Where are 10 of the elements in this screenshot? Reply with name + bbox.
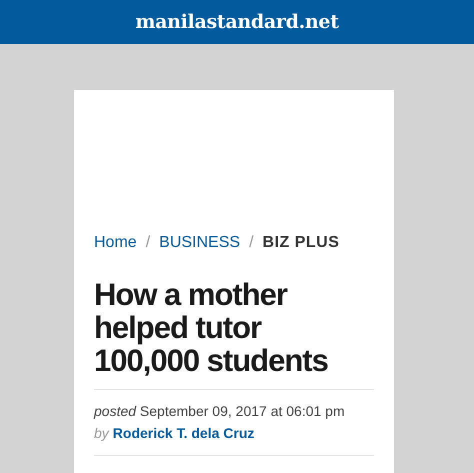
byline-label: by <box>94 424 109 443</box>
breadcrumb-separator: / <box>249 234 254 252</box>
site-logo[interactable]: manilastandard.net <box>135 11 339 33</box>
breadcrumb-separator: / <box>146 234 150 252</box>
breadcrumb-link[interactable]: Home <box>94 234 137 252</box>
breadcrumb-current: BIZ PLUS <box>262 234 340 252</box>
posted-date: posted September 09, 2017 at 06:01 pm <box>94 402 346 421</box>
article-title: How a mother helped tutor 100,000 students <box>94 278 329 377</box>
author-link[interactable]: Roderick T. dela Cruz <box>112 422 254 444</box>
breadcrumb-link[interactable]: BUSINESS <box>159 234 240 252</box>
